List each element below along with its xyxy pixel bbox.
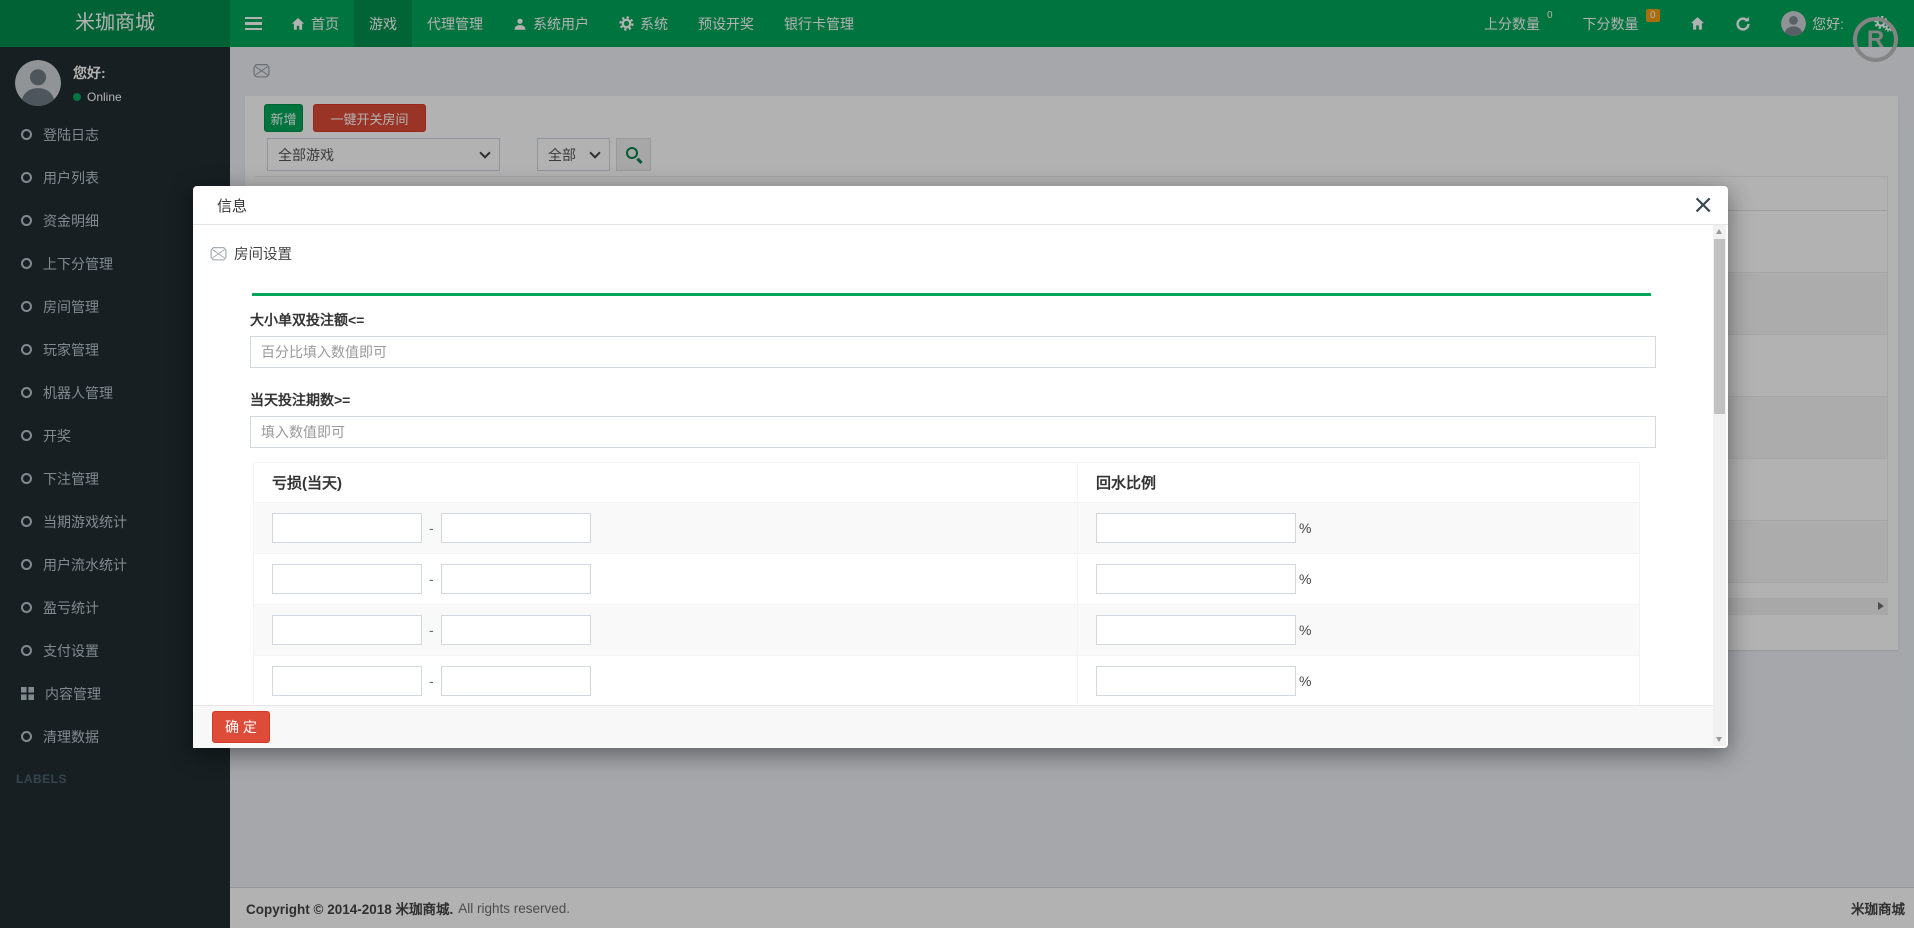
rebate-percent-input[interactable] — [1096, 513, 1296, 543]
loss-max-input[interactable] — [441, 564, 591, 594]
loss-column-header: 亏损(当天) — [254, 463, 1078, 503]
rebate-row: - % — [254, 656, 1640, 706]
scroll-up-arrow[interactable] — [1716, 229, 1722, 234]
rebate-column-header: 回水比例 — [1078, 463, 1640, 503]
dialog-body: 房间设置 大小单双投注额<= 当天投注期数>= 亏损(当天) 回水比例 - — [193, 225, 1713, 705]
dialog-footer: 确 定 — [193, 705, 1713, 748]
scrollbar-thumb[interactable] — [1714, 239, 1725, 414]
rebate-percent-input[interactable] — [1096, 666, 1296, 696]
section-title: 房间设置 — [210, 243, 1641, 264]
loss-min-input[interactable] — [272, 513, 422, 543]
dialog-title: 信息 — [217, 195, 247, 216]
loss-max-input[interactable] — [441, 615, 591, 645]
dialog-header: 信息 × — [193, 186, 1728, 225]
rebate-row: - % — [254, 605, 1640, 656]
loss-min-input[interactable] — [272, 564, 422, 594]
bet-periods-label: 当天投注期数>= — [250, 390, 1641, 410]
rebate-percent-input[interactable] — [1096, 564, 1296, 594]
close-icon[interactable]: × — [1692, 195, 1714, 215]
scroll-down-arrow[interactable] — [1716, 737, 1722, 742]
section-label: 房间设置 — [234, 243, 292, 264]
green-divider — [252, 293, 1651, 296]
loss-min-input[interactable] — [272, 666, 422, 696]
app-window: 米珈商城 首页 游戏 代理管理 系统用户 系统 预设 — [0, 0, 1914, 928]
bet-periods-input[interactable] — [250, 416, 1656, 448]
loss-max-input[interactable] — [441, 666, 591, 696]
bet-amount-label: 大小单双投注额<= — [250, 310, 1641, 330]
bet-amount-input[interactable] — [250, 336, 1656, 368]
loss-min-input[interactable] — [272, 615, 422, 645]
rebate-table: 亏损(当天) 回水比例 - % - % - % — [253, 462, 1640, 705]
confirm-button[interactable]: 确 定 — [212, 711, 270, 743]
info-dialog: 信息 × 房间设置 大小单双投注额<= 当天投注期数>= 亏损(当天) 回水比例 — [193, 186, 1728, 748]
modal-scrollbar[interactable] — [1713, 225, 1726, 746]
rebate-percent-input[interactable] — [1096, 615, 1296, 645]
broken-image-icon — [210, 245, 227, 262]
rebate-row: - % — [254, 503, 1640, 554]
rebate-row: - % — [254, 554, 1640, 605]
loss-max-input[interactable] — [441, 513, 591, 543]
